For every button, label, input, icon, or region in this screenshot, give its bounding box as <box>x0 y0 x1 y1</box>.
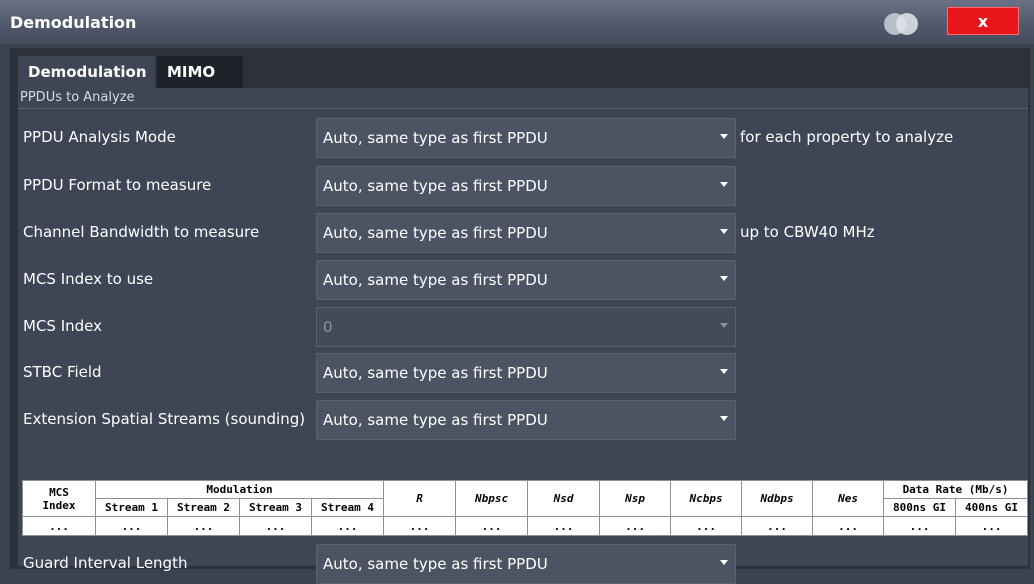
window-title: Demodulation <box>10 13 137 32</box>
section-label: PPDUs to Analyze <box>20 90 135 105</box>
mcs-index-to-use-dropdown[interactable]: Auto, same type as first PPDU <box>316 260 736 300</box>
dropdown-value: 0 <box>323 318 333 336</box>
table-header-row: MCS Index Modulation R Nbpsc Nsd Nsp Ncbp… <box>22 480 1029 517</box>
stream-3-header: Stream 3 <box>239 498 312 517</box>
dialog-body: Demodulation MIMO PPDUs to Analyze PPDU … <box>10 48 1030 584</box>
channel-bandwidth-note: up to CBW40 MHz <box>740 223 875 241</box>
mcs-table: MCS Index Modulation R Nbpsc Nsd Nsp Ncbp… <box>22 480 1029 536</box>
table-cell: ... <box>383 516 457 536</box>
table-cell: ... <box>883 516 957 536</box>
gi400-header: 400ns GI <box>955 498 1029 517</box>
dropdown-value: Auto, same type as first PPDU <box>323 129 548 147</box>
stream-4-header: Stream 4 <box>310 498 385 517</box>
tab-demodulation[interactable]: Demodulation <box>18 56 155 88</box>
nbpsc-header: Nbpsc <box>455 480 529 517</box>
ppdu-analysis-mode-dropdown[interactable]: Auto, same type as first PPDU <box>316 118 736 158</box>
ncbps-header: Ncbps <box>670 480 743 517</box>
chevron-down-icon <box>720 416 728 421</box>
chevron-down-icon <box>720 276 728 281</box>
mcs-index-to-use-label: MCS Index to use <box>23 270 154 288</box>
table-cell: ... <box>599 516 672 536</box>
chevron-down-icon <box>720 560 728 565</box>
table-cell: ... <box>741 516 814 536</box>
mcs-index-label: MCS Index <box>23 317 102 335</box>
extension-spatial-streams-dropdown[interactable]: Auto, same type as first PPDU <box>316 400 736 440</box>
table-row: ... ... ... ... ... ... ... ... ... ... … <box>22 516 1029 536</box>
ppdu-format-label: PPDU Format to measure <box>23 176 212 194</box>
extension-spatial-streams-label: Extension Spatial Streams (sounding) <box>23 410 306 428</box>
table-cell: ... <box>22 516 96 536</box>
dropdown-value: Auto, same type as first PPDU <box>323 364 548 382</box>
mcs-index-dropdown: 0 <box>316 307 736 347</box>
stbc-field-dropdown[interactable]: Auto, same type as first PPDU <box>316 353 736 393</box>
table-cell: ... <box>955 516 1029 536</box>
channel-bandwidth-dropdown[interactable]: Auto, same type as first PPDU <box>316 213 736 253</box>
gi800-header: 800ns GI <box>883 498 957 517</box>
table-cell: ... <box>527 516 601 536</box>
app-logo-icon <box>884 10 924 38</box>
dropdown-value: Auto, same type as first PPDU <box>323 555 548 573</box>
nes-header: Nes <box>812 480 885 517</box>
close-button[interactable]: x <box>947 7 1019 35</box>
chevron-down-icon <box>720 229 728 234</box>
data-rate-header: Data Rate (Mb/s) <box>883 480 1029 499</box>
ndbps-header: Ndbps <box>741 480 814 517</box>
dropdown-value: Auto, same type as first PPDU <box>323 224 548 242</box>
chevron-down-icon <box>720 323 728 328</box>
table-cell: ... <box>310 516 385 536</box>
channel-bandwidth-label: Channel Bandwidth to measure <box>23 223 260 241</box>
title-bar: Demodulation x <box>0 0 1034 44</box>
dropdown-value: Auto, same type as first PPDU <box>323 177 548 195</box>
chevron-down-icon <box>720 134 728 139</box>
stream-2-header: Stream 2 <box>167 498 240 517</box>
ppdu-analysis-mode-note: for each property to analyze <box>740 128 954 146</box>
dropdown-value: Auto, same type as first PPDU <box>323 411 548 429</box>
stream-1-header: Stream 1 <box>95 498 168 517</box>
chevron-down-icon <box>720 182 728 187</box>
modulation-header: Modulation <box>94 480 385 499</box>
ppdu-analysis-mode-label: PPDU Analysis Mode <box>23 128 176 146</box>
guard-interval-dropdown[interactable]: Auto, same type as first PPDU <box>316 544 736 584</box>
demodulation-panel: PPDUs to Analyze PPDU Analysis Mode Auto… <box>18 88 1029 584</box>
tab-mimo[interactable]: MIMO <box>157 56 243 88</box>
table-cell: ... <box>670 516 743 536</box>
table-cell: ... <box>812 516 885 536</box>
table-cell: ... <box>455 516 529 536</box>
nsd-header: Nsd <box>527 480 601 517</box>
ppdu-format-dropdown[interactable]: Auto, same type as first PPDU <box>316 166 736 206</box>
guard-interval-label: Guard Interval Length <box>23 554 188 572</box>
dropdown-value: Auto, same type as first PPDU <box>323 271 548 289</box>
stbc-field-label: STBC Field <box>23 363 102 381</box>
mcs-index-header: MCS Index <box>22 480 96 517</box>
r-header: R <box>383 480 457 517</box>
chevron-down-icon <box>720 369 728 374</box>
section-divider <box>18 108 1028 109</box>
nsp-header: Nsp <box>599 480 672 517</box>
table-cell: ... <box>239 516 312 536</box>
table-cell: ... <box>95 516 168 536</box>
table-cell: ... <box>167 516 240 536</box>
